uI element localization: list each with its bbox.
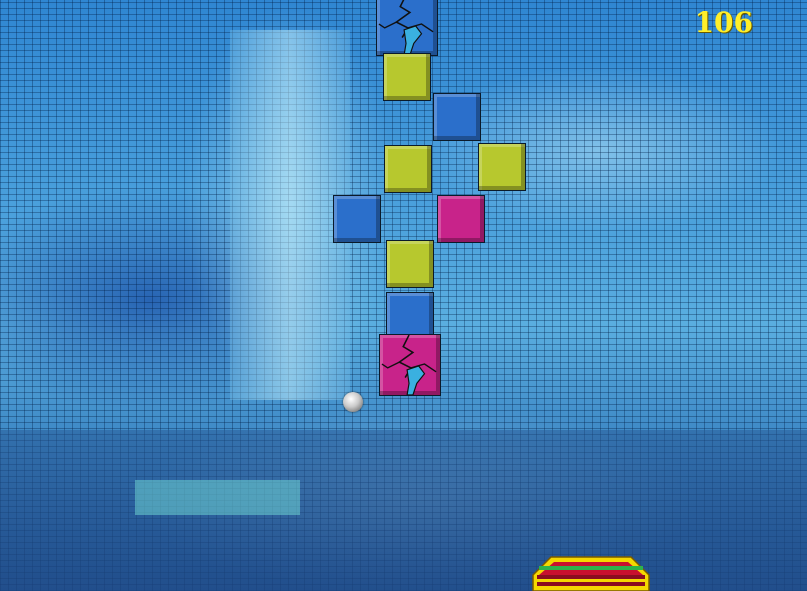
brick-magenta-cracked [379,334,441,396]
background-pool [135,480,300,515]
brick-blue [386,292,434,340]
brick-blue [333,195,381,243]
brick-blue-cracked [376,0,438,56]
brick-blue [433,93,481,141]
crack-icon [378,0,434,55]
brick-yellow [384,145,432,193]
score-counter: 106 [694,6,753,39]
crack-icon [381,335,437,395]
background-ground [0,430,807,591]
brick-yellow [383,53,431,101]
ball-icon [343,392,363,412]
paddle-icon[interactable] [531,555,651,591]
brick-yellow [386,240,434,288]
game-board[interactable]: 106 [0,0,807,591]
brick-yellow [478,143,526,191]
brick-magenta [437,195,485,243]
background-tower [230,30,350,400]
